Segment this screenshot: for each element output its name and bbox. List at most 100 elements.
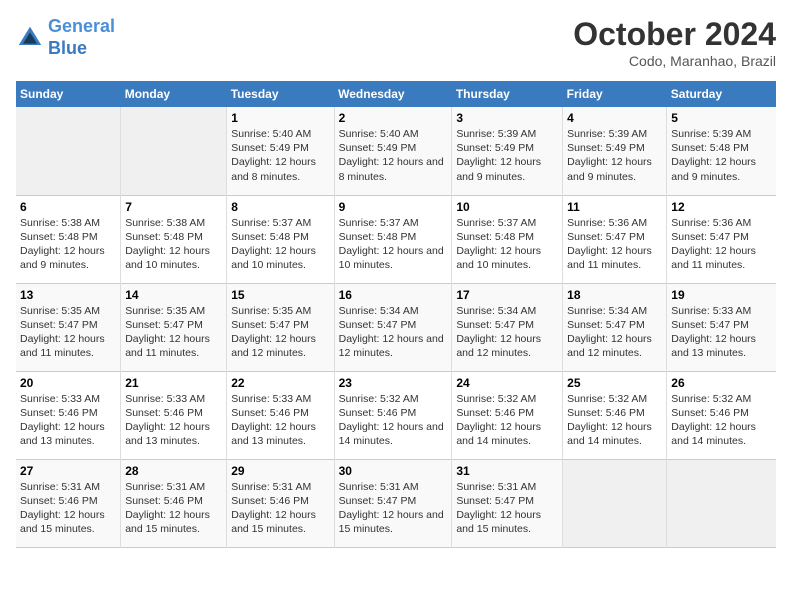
day-info: Sunrise: 5:31 AMSunset: 5:46 PMDaylight:… bbox=[20, 480, 116, 537]
calendar-cell: 27 Sunrise: 5:31 AMSunset: 5:46 PMDayligh… bbox=[16, 459, 121, 547]
logo: General Blue bbox=[16, 16, 115, 59]
day-number: 7 bbox=[125, 200, 222, 214]
calendar-cell: 31 Sunrise: 5:31 AMSunset: 5:47 PMDayligh… bbox=[452, 459, 563, 547]
logo-text: General Blue bbox=[48, 16, 115, 59]
calendar-cell bbox=[16, 107, 121, 195]
day-info: Sunrise: 5:35 AMSunset: 5:47 PMDaylight:… bbox=[125, 304, 222, 361]
day-info: Sunrise: 5:39 AMSunset: 5:49 PMDaylight:… bbox=[567, 127, 662, 184]
calendar-cell: 7 Sunrise: 5:38 AMSunset: 5:48 PMDaylight… bbox=[121, 195, 227, 283]
day-number: 4 bbox=[567, 111, 662, 125]
day-number: 19 bbox=[671, 288, 772, 302]
calendar-cell: 19 Sunrise: 5:33 AMSunset: 5:47 PMDayligh… bbox=[667, 283, 776, 371]
calendar-cell: 23Sunrise: 5:32 AMSunset: 5:46 PMDayligh… bbox=[334, 371, 452, 459]
day-number: 15 bbox=[231, 288, 329, 302]
day-info: Sunrise: 5:32 AMSunset: 5:46 PMDaylight:… bbox=[671, 392, 772, 449]
day-info: Sunrise: 5:35 AMSunset: 5:47 PMDaylight:… bbox=[231, 304, 329, 361]
day-number: 14 bbox=[125, 288, 222, 302]
calendar-cell: 20 Sunrise: 5:33 AMSunset: 5:46 PMDayligh… bbox=[16, 371, 121, 459]
day-number: 12 bbox=[671, 200, 772, 214]
col-header-saturday: Saturday bbox=[667, 81, 776, 107]
day-number: 9 bbox=[339, 200, 448, 214]
day-info: Sunrise: 5:31 AMSunset: 5:47 PMDaylight:… bbox=[456, 480, 558, 537]
day-number: 8 bbox=[231, 200, 329, 214]
day-info: Sunrise: 5:31 AMSunset: 5:46 PMDaylight:… bbox=[125, 480, 222, 537]
day-number: 11 bbox=[567, 200, 662, 214]
calendar-cell bbox=[121, 107, 227, 195]
calendar-cell bbox=[563, 459, 667, 547]
col-header-monday: Monday bbox=[121, 81, 227, 107]
day-info: Sunrise: 5:34 AMSunset: 5:47 PMDaylight:… bbox=[456, 304, 558, 361]
day-number: 3 bbox=[456, 111, 558, 125]
day-info: Sunrise: 5:32 AMSunset: 5:46 PMDaylight:… bbox=[339, 392, 448, 449]
calendar-cell: 26Sunrise: 5:32 AMSunset: 5:46 PMDayligh… bbox=[667, 371, 776, 459]
day-number: 13 bbox=[20, 288, 116, 302]
day-info: Sunrise: 5:37 AMSunset: 5:48 PMDaylight:… bbox=[339, 216, 448, 273]
day-info: Sunrise: 5:39 AMSunset: 5:48 PMDaylight:… bbox=[671, 127, 772, 184]
page-header: General Blue October 2024 Codo, Maranhao… bbox=[16, 16, 776, 69]
day-info: Sunrise: 5:33 AMSunset: 5:46 PMDaylight:… bbox=[20, 392, 116, 449]
week-row-3: 13 Sunrise: 5:35 AMSunset: 5:47 PMDayligh… bbox=[16, 283, 776, 371]
calendar-cell: 11 Sunrise: 5:36 AMSunset: 5:47 PMDayligh… bbox=[563, 195, 667, 283]
day-info: Sunrise: 5:34 AMSunset: 5:47 PMDaylight:… bbox=[567, 304, 662, 361]
day-info: Sunrise: 5:33 AMSunset: 5:47 PMDaylight:… bbox=[671, 304, 772, 361]
week-row-4: 20 Sunrise: 5:33 AMSunset: 5:46 PMDayligh… bbox=[16, 371, 776, 459]
day-info: Sunrise: 5:39 AMSunset: 5:49 PMDaylight:… bbox=[456, 127, 558, 184]
logo-icon bbox=[16, 24, 44, 52]
day-info: Sunrise: 5:40 AMSunset: 5:49 PMDaylight:… bbox=[339, 127, 448, 184]
day-info: Sunrise: 5:32 AMSunset: 5:46 PMDaylight:… bbox=[567, 392, 662, 449]
calendar-table: SundayMondayTuesdayWednesdayThursdayFrid… bbox=[16, 81, 776, 548]
calendar-cell: 3 Sunrise: 5:39 AMSunset: 5:49 PMDaylight… bbox=[452, 107, 563, 195]
day-info: Sunrise: 5:38 AMSunset: 5:48 PMDaylight:… bbox=[20, 216, 116, 273]
calendar-cell: 13 Sunrise: 5:35 AMSunset: 5:47 PMDayligh… bbox=[16, 283, 121, 371]
day-number: 24 bbox=[456, 376, 558, 390]
day-number: 5 bbox=[671, 111, 772, 125]
day-info: Sunrise: 5:31 AMSunset: 5:47 PMDaylight:… bbox=[339, 480, 448, 537]
day-number: 20 bbox=[20, 376, 116, 390]
week-row-5: 27 Sunrise: 5:31 AMSunset: 5:46 PMDayligh… bbox=[16, 459, 776, 547]
day-info: Sunrise: 5:38 AMSunset: 5:48 PMDaylight:… bbox=[125, 216, 222, 273]
day-number: 27 bbox=[20, 464, 116, 478]
calendar-cell: 18Sunrise: 5:34 AMSunset: 5:47 PMDayligh… bbox=[563, 283, 667, 371]
calendar-cell: 16Sunrise: 5:34 AMSunset: 5:47 PMDayligh… bbox=[334, 283, 452, 371]
day-info: Sunrise: 5:37 AMSunset: 5:48 PMDaylight:… bbox=[456, 216, 558, 273]
col-header-wednesday: Wednesday bbox=[334, 81, 452, 107]
day-info: Sunrise: 5:36 AMSunset: 5:47 PMDaylight:… bbox=[671, 216, 772, 273]
day-number: 25 bbox=[567, 376, 662, 390]
title-block: October 2024 Codo, Maranhao, Brazil bbox=[573, 16, 776, 69]
calendar-cell: 10Sunrise: 5:37 AMSunset: 5:48 PMDayligh… bbox=[452, 195, 563, 283]
calendar-cell: 12 Sunrise: 5:36 AMSunset: 5:47 PMDayligh… bbox=[667, 195, 776, 283]
day-info: Sunrise: 5:35 AMSunset: 5:47 PMDaylight:… bbox=[20, 304, 116, 361]
day-number: 1 bbox=[231, 111, 329, 125]
day-info: Sunrise: 5:33 AMSunset: 5:46 PMDaylight:… bbox=[231, 392, 329, 449]
day-info: Sunrise: 5:31 AMSunset: 5:46 PMDaylight:… bbox=[231, 480, 329, 537]
col-header-tuesday: Tuesday bbox=[227, 81, 334, 107]
calendar-cell: 15 Sunrise: 5:35 AMSunset: 5:47 PMDayligh… bbox=[227, 283, 334, 371]
calendar-cell: 25 Sunrise: 5:32 AMSunset: 5:46 PMDayligh… bbox=[563, 371, 667, 459]
calendar-cell: 14 Sunrise: 5:35 AMSunset: 5:47 PMDayligh… bbox=[121, 283, 227, 371]
sub-title: Codo, Maranhao, Brazil bbox=[573, 53, 776, 69]
day-info: Sunrise: 5:37 AMSunset: 5:48 PMDaylight:… bbox=[231, 216, 329, 273]
calendar-cell: 29 Sunrise: 5:31 AMSunset: 5:46 PMDayligh… bbox=[227, 459, 334, 547]
week-row-2: 6Sunrise: 5:38 AMSunset: 5:48 PMDaylight… bbox=[16, 195, 776, 283]
day-number: 21 bbox=[125, 376, 222, 390]
col-header-sunday: Sunday bbox=[16, 81, 121, 107]
day-number: 17 bbox=[456, 288, 558, 302]
calendar-cell: 4 Sunrise: 5:39 AMSunset: 5:49 PMDaylight… bbox=[563, 107, 667, 195]
calendar-cell: 24 Sunrise: 5:32 AMSunset: 5:46 PMDayligh… bbox=[452, 371, 563, 459]
calendar-cell: 22 Sunrise: 5:33 AMSunset: 5:46 PMDayligh… bbox=[227, 371, 334, 459]
calendar-cell: 2Sunrise: 5:40 AMSunset: 5:49 PMDaylight… bbox=[334, 107, 452, 195]
day-number: 22 bbox=[231, 376, 329, 390]
day-number: 16 bbox=[339, 288, 448, 302]
day-info: Sunrise: 5:32 AMSunset: 5:46 PMDaylight:… bbox=[456, 392, 558, 449]
day-info: Sunrise: 5:33 AMSunset: 5:46 PMDaylight:… bbox=[125, 392, 222, 449]
calendar-cell: 8 Sunrise: 5:37 AMSunset: 5:48 PMDaylight… bbox=[227, 195, 334, 283]
day-number: 29 bbox=[231, 464, 329, 478]
calendar-cell: 30Sunrise: 5:31 AMSunset: 5:47 PMDayligh… bbox=[334, 459, 452, 547]
calendar-cell: 1Sunrise: 5:40 AMSunset: 5:49 PMDaylight… bbox=[227, 107, 334, 195]
col-header-thursday: Thursday bbox=[452, 81, 563, 107]
week-row-1: 1 Sunrise: 5:40 AMSunset: 5:49 PMDaylight… bbox=[16, 107, 776, 195]
calendar-cell: 5 Sunrise: 5:39 AMSunset: 5:48 PMDaylight… bbox=[667, 107, 776, 195]
day-info: Sunrise: 5:36 AMSunset: 5:47 PMDaylight:… bbox=[567, 216, 662, 273]
day-number: 31 bbox=[456, 464, 558, 478]
calendar-cell: 17 Sunrise: 5:34 AMSunset: 5:47 PMDayligh… bbox=[452, 283, 563, 371]
